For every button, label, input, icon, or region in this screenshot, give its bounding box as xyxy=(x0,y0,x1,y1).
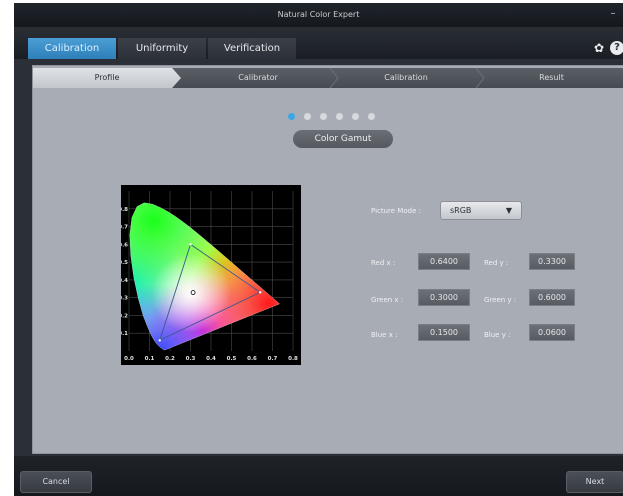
blue-x-field[interactable]: 0.1500 xyxy=(418,324,470,341)
app-window: Natural Color Expert – Calibration Unifo… xyxy=(14,3,623,496)
wizard-step-bar: Profile Calibrator Calibration Result xyxy=(33,68,623,88)
title-bar: Natural Color Expert – xyxy=(14,3,623,27)
next-button[interactable]: Next xyxy=(566,471,623,493)
blue-y-label: Blue y : xyxy=(484,331,511,339)
footer-bar: Cancel Next xyxy=(14,456,623,496)
page-dot xyxy=(352,113,360,120)
window-title: Natural Color Expert xyxy=(277,10,360,19)
chevron-down-icon: ▼ xyxy=(505,206,512,215)
calibration-panel: Profile Calibrator Calibration Result Co… xyxy=(32,65,623,454)
y-tick-label: 0.4 xyxy=(121,278,128,284)
color-gamut-title: Color Gamut xyxy=(293,130,393,148)
y-tick-label: 0.3 xyxy=(121,296,128,302)
x-tick-label: 0.6 xyxy=(247,356,257,362)
x-tick-label: 0.2 xyxy=(165,356,175,362)
x-tick-label: 0.0 xyxy=(124,356,134,362)
x-tick-label: 0.1 xyxy=(145,356,155,362)
page-dot xyxy=(288,113,295,120)
green-x-field[interactable]: 0.3000 xyxy=(418,289,470,306)
red-y-label: Red y : xyxy=(484,259,509,267)
cancel-button[interactable]: Cancel xyxy=(20,471,92,493)
y-tick-label: 0.2 xyxy=(121,313,128,319)
picture-mode-value: sRGB xyxy=(450,206,472,215)
minimize-button[interactable]: – xyxy=(607,3,619,27)
step-calibration: Calibration xyxy=(384,73,428,82)
y-tick-label: 0.5 xyxy=(121,260,128,266)
gear-icon[interactable]: ✿ xyxy=(592,41,606,55)
primary-point xyxy=(189,243,192,246)
red-y-field[interactable]: 0.3300 xyxy=(529,253,575,270)
x-tick-label: 0.5 xyxy=(227,356,237,362)
page-dot xyxy=(304,113,312,120)
step-result: Result xyxy=(539,73,564,82)
y-tick-label: 0.6 xyxy=(121,242,128,248)
x-tick-label: 0.7 xyxy=(268,356,278,362)
page-dot xyxy=(336,113,344,120)
primary-point xyxy=(158,339,161,342)
tab-calibration[interactable]: Calibration xyxy=(28,38,116,59)
main-tab-bar: Calibration Uniformity Verification ✿ ? xyxy=(14,27,623,59)
blue-x-label: Blue x : xyxy=(371,331,398,339)
tab-verification[interactable]: Verification xyxy=(208,38,296,59)
picture-mode-label: Picture Mode : xyxy=(371,207,421,215)
x-tick-label: 0.3 xyxy=(186,356,196,362)
page-indicator xyxy=(288,113,379,121)
help-icon[interactable]: ? xyxy=(610,41,623,55)
page-dot xyxy=(320,113,328,120)
blue-y-field[interactable]: 0.0600 xyxy=(529,324,575,341)
step-profile: Profile xyxy=(33,68,181,88)
picture-mode-select[interactable]: sRGB ▼ xyxy=(440,201,522,220)
y-tick-label: 0.7 xyxy=(121,225,128,231)
x-tick-label: 0.8 xyxy=(288,356,298,362)
y-tick-label: 0.1 xyxy=(121,331,128,337)
green-x-label: Green x : xyxy=(371,296,404,304)
x-tick-label: 0.4 xyxy=(206,356,216,362)
step-calibrator: Calibrator xyxy=(238,73,278,82)
green-y-label: Green y : xyxy=(484,296,517,304)
green-y-field[interactable]: 0.6000 xyxy=(529,289,575,306)
cie-gamut-chart: 0.0 0.1 0.2 0.3 0.4 0.5 0.6 0.7 0.8 0.8 0.7 0.6 0.5 0… xyxy=(121,185,301,365)
red-x-field[interactable]: 0.6400 xyxy=(418,253,470,270)
y-tick-label: 0.8 xyxy=(121,207,128,213)
page-dot xyxy=(368,113,376,120)
red-x-label: Red x : xyxy=(371,259,396,267)
primary-point xyxy=(259,291,262,294)
tab-uniformity[interactable]: Uniformity xyxy=(118,38,206,59)
